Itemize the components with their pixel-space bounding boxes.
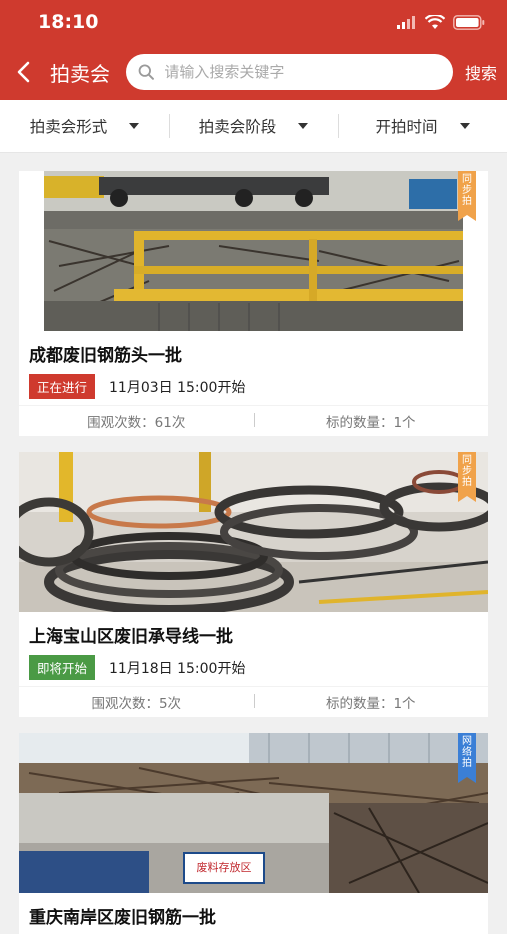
auction-card[interactable]: 同步拍 成都废旧钢筋头一批 正在进行 11月03日 15:00开始 围观次数：6… xyxy=(19,171,488,436)
dropdown-arrow-icon xyxy=(459,123,470,129)
filter-bar: 拍卖会形式 拍卖会阶段 开拍时间 xyxy=(0,100,507,153)
filter-label: 拍卖会阶段 xyxy=(198,118,277,136)
auction-meta: 正在进行 11月03日 15:00开始 xyxy=(19,372,488,405)
filter-label: 拍卖会形式 xyxy=(29,118,108,136)
back-button[interactable] xyxy=(16,61,44,83)
status-badge: 即将开始 xyxy=(29,655,96,680)
rebar-scrap-photo xyxy=(19,171,488,331)
auction-stats: 围观次数：61次 标的数量：1个 xyxy=(19,405,488,436)
dropdown-arrow-icon xyxy=(298,123,309,129)
signal-icon xyxy=(397,16,415,29)
page-title: 拍卖会 xyxy=(50,61,110,86)
chevron-left-icon xyxy=(17,61,30,83)
search-icon xyxy=(138,64,154,80)
auction-photo: 同步拍 xyxy=(19,171,488,331)
auction-stats: 围观次数：5次 标的数量：1个 xyxy=(19,686,488,717)
auction-meta: 即将开始 11月18日 15:00开始 xyxy=(19,653,488,686)
sync-auction-ribbon: 同步拍 xyxy=(458,452,476,502)
status-time: 18:10 xyxy=(38,11,99,33)
search-box[interactable] xyxy=(126,54,453,90)
search-button[interactable]: 搜索 xyxy=(465,60,497,84)
auction-card[interactable]: 同步拍 上海宝山区废旧承导线一批 即将开始 11月18日 15:00开始 围观次… xyxy=(19,452,488,717)
filter-start-time[interactable]: 开拍时间 xyxy=(338,100,507,152)
view-count: 围观次数：5次 xyxy=(91,696,182,712)
online-auction-ribbon: 网络拍 xyxy=(458,733,476,783)
auction-photo: 废料存放区 网络拍 xyxy=(19,733,488,893)
dropdown-arrow-icon xyxy=(129,123,140,129)
cable-coils-photo xyxy=(19,452,488,612)
filter-label: 开拍时间 xyxy=(375,118,438,136)
sync-auction-ribbon: 同步拍 xyxy=(458,171,476,221)
battery-icon xyxy=(453,14,485,30)
auction-title: 成都废旧钢筋头一批 xyxy=(29,346,182,366)
auction-list: 同步拍 成都废旧钢筋头一批 正在进行 11月03日 15:00开始 围观次数：6… xyxy=(0,153,507,934)
lot-count: 标的数量：1个 xyxy=(253,692,489,712)
status-bar: 18:10 xyxy=(0,0,507,44)
auction-card[interactable]: 废料存放区 网络拍 重庆南岸区废旧钢筋一批 xyxy=(19,733,488,934)
sign-text: 废料存放区 xyxy=(197,860,252,874)
wifi-icon xyxy=(425,14,445,29)
app-header: 18:10 拍卖会 请输入搜索关键字 搜索 xyxy=(0,0,507,100)
start-time: 11月03日 15:00开始 xyxy=(109,379,246,396)
rebar-pile-photo: 废料存放区 xyxy=(19,733,488,893)
view-count: 围观次数：61次 xyxy=(87,415,186,431)
lot-count: 标的数量：1个 xyxy=(253,411,489,431)
filter-auction-format[interactable]: 拍卖会形式 xyxy=(0,100,169,152)
search-input[interactable] xyxy=(162,62,441,82)
auction-photo: 同步拍 xyxy=(19,452,488,612)
filter-auction-stage[interactable]: 拍卖会阶段 xyxy=(169,100,338,152)
auction-title: 重庆南岸区废旧钢筋一批 xyxy=(29,908,216,928)
nav-bar: 拍卖会 搜索 xyxy=(0,44,507,100)
status-badge: 正在进行 xyxy=(29,374,96,399)
start-time: 11月18日 15:00开始 xyxy=(109,660,246,677)
auction-title: 上海宝山区废旧承导线一批 xyxy=(29,627,233,647)
